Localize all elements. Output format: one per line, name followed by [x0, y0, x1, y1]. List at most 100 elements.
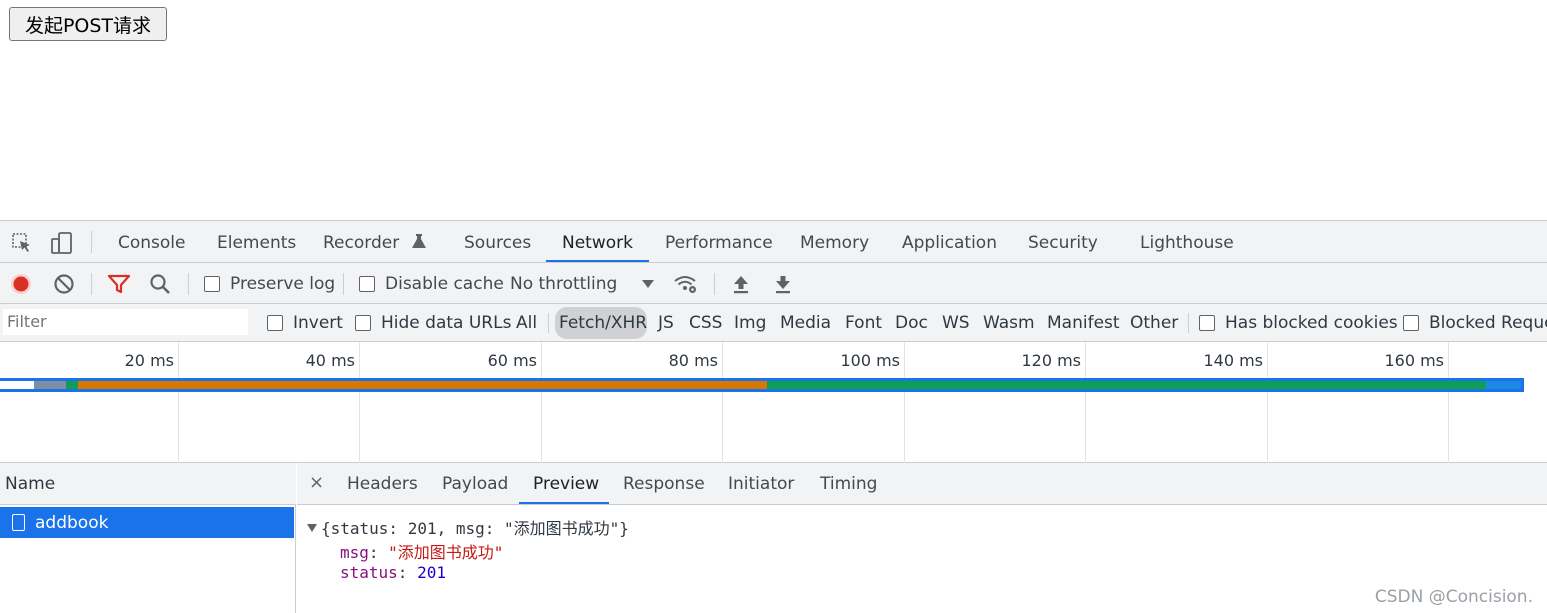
- tab-recorder-label: Recorder: [323, 233, 400, 253]
- checkbox-box[interactable]: [204, 275, 220, 292]
- network-overview-timeline[interactable]: 20 ms 40 ms 60 ms 80 ms 100 ms 120 ms 14…: [0, 342, 1547, 463]
- tab-headers[interactable]: Headers: [347, 463, 418, 505]
- gridline: [359, 342, 360, 463]
- throttling-select[interactable]: No throttling: [510, 263, 656, 304]
- record-icon[interactable]: [10, 263, 32, 304]
- type-filter-font[interactable]: Font: [845, 304, 882, 342]
- checkbox-box[interactable]: [1199, 315, 1215, 331]
- tab-sources[interactable]: Sources: [464, 221, 531, 263]
- divider: [188, 273, 189, 295]
- json-property-msg: msg: "添加图书成功": [340, 543, 504, 562]
- gridline: [541, 342, 542, 463]
- timeline-tick: 160 ms: [1384, 351, 1444, 370]
- timeline-tick: 20 ms: [124, 351, 174, 370]
- queue-segment: [0, 381, 34, 389]
- type-filter-other[interactable]: Other: [1130, 304, 1178, 342]
- tab-network[interactable]: Network: [562, 221, 633, 263]
- type-filter-manifest[interactable]: Manifest: [1047, 304, 1120, 342]
- watermark: CSDN @Concision.: [1374, 587, 1533, 607]
- active-detail-tab-indicator: [519, 502, 609, 504]
- type-filter-img[interactable]: Img: [734, 304, 766, 342]
- gridline: [904, 342, 905, 463]
- tab-response[interactable]: Response: [623, 463, 705, 505]
- property-value: "添加图书成功": [388, 543, 504, 562]
- disable-cache-checkbox[interactable]: Disable cache: [359, 263, 504, 304]
- filter-icon[interactable]: [107, 263, 131, 304]
- search-icon[interactable]: [149, 263, 171, 304]
- hide-data-urls-checkbox[interactable]: Hide data URLs: [355, 304, 511, 342]
- devtools-tabbar: Console Elements Recorder Sources Networ…: [0, 221, 1547, 263]
- type-filter-ws[interactable]: WS: [942, 304, 970, 342]
- name-column-header[interactable]: Name: [0, 463, 296, 505]
- type-filter-css[interactable]: CSS: [689, 304, 722, 342]
- json-root[interactable]: {status: 201, msg: "添加图书成功"}: [307, 515, 629, 539]
- network-toolbar: Preserve log Disable cache No throttling: [0, 263, 1547, 304]
- tab-console[interactable]: Console: [118, 221, 186, 263]
- invert-checkbox[interactable]: Invert: [267, 304, 343, 342]
- clear-icon[interactable]: [53, 263, 75, 304]
- checkbox-box[interactable]: [1403, 315, 1419, 331]
- close-icon[interactable]: ×: [309, 463, 324, 505]
- property-value: 201: [417, 563, 446, 582]
- type-filter-wasm[interactable]: Wasm: [983, 304, 1035, 342]
- waiting-segment: [78, 381, 767, 389]
- filter-input[interactable]: [3, 309, 248, 335]
- type-filter-all[interactable]: All: [516, 304, 537, 342]
- type-filter-fetch-xhr[interactable]: Fetch/XHR: [559, 304, 647, 342]
- blocked-requests-checkbox[interactable]: Blocked Reque: [1403, 304, 1547, 342]
- tab-timing[interactable]: Timing: [820, 463, 877, 505]
- document-icon: [12, 514, 25, 531]
- import-har-icon[interactable]: [731, 263, 751, 304]
- active-tab-indicator: [546, 260, 649, 262]
- timeline-tick: 120 ms: [1021, 351, 1081, 370]
- download-segment: [767, 381, 1486, 389]
- divider: [548, 313, 549, 333]
- has-blocked-cookies-checkbox[interactable]: Has blocked cookies: [1199, 304, 1398, 342]
- tab-application[interactable]: Application: [902, 221, 997, 263]
- throttling-value: No throttling: [510, 273, 618, 294]
- expand-triangle-icon[interactable]: [307, 524, 317, 532]
- property-key: status: [340, 563, 398, 582]
- json-summary: {status: 201, msg: "添加图书成功"}: [321, 519, 629, 538]
- request-name: addbook: [35, 512, 109, 533]
- checkbox-box[interactable]: [267, 315, 283, 331]
- checkbox-box[interactable]: [359, 275, 375, 292]
- connect-segment: [66, 381, 78, 389]
- preview-panel: {status: 201, msg: "添加图书成功"} msg: "添加图书成…: [297, 505, 1547, 613]
- type-filter-js[interactable]: JS: [658, 304, 674, 342]
- divider: [1188, 313, 1189, 333]
- export-har-icon[interactable]: [773, 263, 793, 304]
- stalled-segment: [34, 381, 66, 389]
- gridline: [1448, 342, 1449, 463]
- tab-preview[interactable]: Preview: [533, 463, 599, 505]
- tab-security[interactable]: Security: [1028, 221, 1098, 263]
- checkbox-box[interactable]: [355, 315, 371, 331]
- timeline-tick: 60 ms: [487, 351, 537, 370]
- tab-elements[interactable]: Elements: [217, 221, 296, 263]
- blocked-requests-label: Blocked Reque: [1429, 313, 1547, 333]
- post-request-button[interactable]: 发起POST请求: [9, 7, 167, 41]
- timeline-tick: 140 ms: [1203, 351, 1263, 370]
- timeline-tick: 100 ms: [840, 351, 900, 370]
- preserve-log-label: Preserve log: [230, 273, 336, 294]
- timeline-tick: 40 ms: [305, 351, 355, 370]
- json-property-status: status: 201: [340, 563, 446, 582]
- divider: [91, 273, 92, 295]
- hide-data-urls-label: Hide data URLs: [381, 313, 512, 333]
- tab-lighthouse[interactable]: Lighthouse: [1140, 221, 1234, 263]
- preserve-log-checkbox[interactable]: Preserve log: [204, 263, 335, 304]
- tab-performance[interactable]: Performance: [665, 221, 773, 263]
- timeline-tick: 80 ms: [668, 351, 718, 370]
- type-filter-media[interactable]: Media: [780, 304, 831, 342]
- gridline: [178, 342, 179, 463]
- tab-payload[interactable]: Payload: [442, 463, 508, 505]
- tab-recorder[interactable]: Recorder: [323, 221, 427, 263]
- disable-cache-label: Disable cache: [385, 273, 504, 294]
- type-filter-doc[interactable]: Doc: [895, 304, 928, 342]
- tab-initiator[interactable]: Initiator: [728, 463, 794, 505]
- device-toolbar-icon[interactable]: [49, 231, 75, 255]
- request-row-addbook[interactable]: addbook: [0, 507, 294, 538]
- inspect-element-icon[interactable]: [9, 231, 35, 255]
- tab-memory[interactable]: Memory: [800, 221, 869, 263]
- network-conditions-icon[interactable]: [673, 263, 699, 304]
